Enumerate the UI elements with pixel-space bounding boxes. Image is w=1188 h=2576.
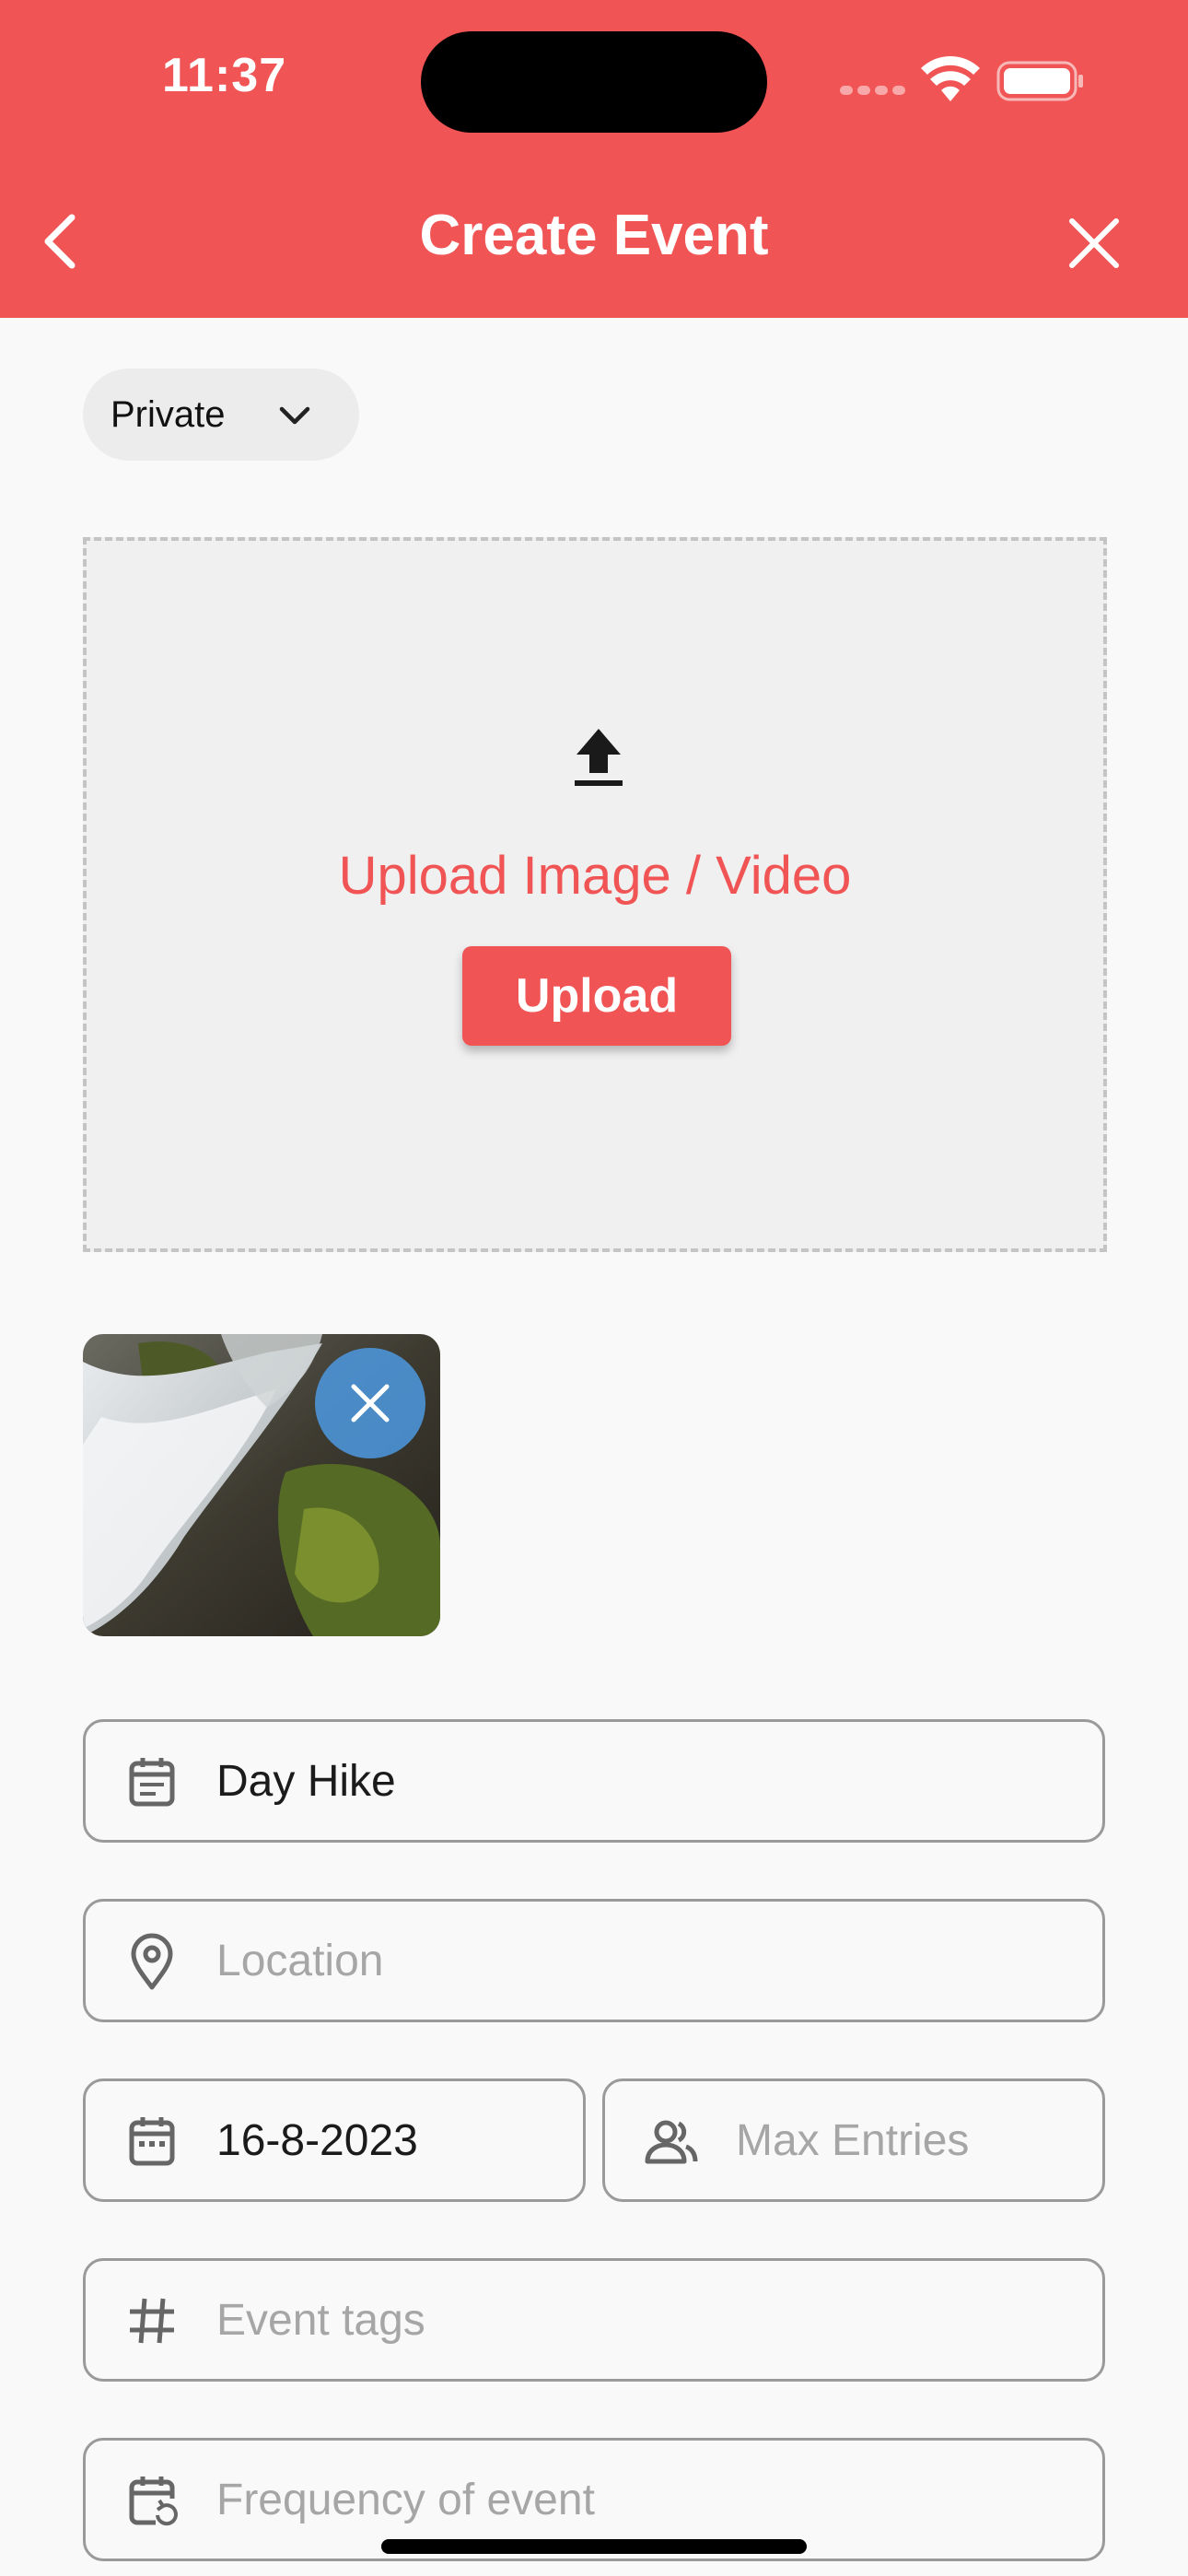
hashtag-icon — [130, 2298, 174, 2344]
event-tags-field[interactable]: Event tags — [83, 2258, 1105, 2382]
date-value: 16-8-2023 — [216, 2115, 418, 2165]
remove-media-button[interactable] — [315, 1348, 425, 1458]
upload-prompt: Upload Image / Video — [338, 846, 852, 906]
create-event-screen: 11:37 Create Event Private Upload Image … — [0, 0, 1188, 2576]
header: 11:37 Create Event — [0, 0, 1188, 318]
event-tags-placeholder: Event tags — [216, 2295, 425, 2345]
chevron-down-icon — [279, 406, 310, 425]
frequency-placeholder: Frequency of event — [216, 2475, 595, 2524]
close-icon — [351, 1384, 390, 1423]
home-indicator — [381, 2539, 807, 2554]
location-field[interactable]: Location — [83, 1899, 1105, 2022]
max-entries-placeholder: Max Entries — [736, 2115, 970, 2165]
upload-icon — [575, 729, 623, 786]
max-entries-field[interactable]: Max Entries — [602, 2078, 1105, 2202]
event-name-value: Day Hike — [216, 1756, 396, 1806]
close-button[interactable] — [1061, 210, 1127, 276]
event-note-icon — [129, 1758, 175, 1807]
page-title: Create Event — [419, 204, 769, 267]
event-name-field[interactable]: Day Hike — [83, 1719, 1105, 1843]
location-pin-icon — [131, 1933, 173, 1990]
people-icon — [645, 2120, 698, 2164]
date-field[interactable]: 16-8-2023 — [83, 2078, 586, 2202]
battery-icon — [996, 61, 1083, 101]
media-upload-area[interactable]: Upload Image / Video Upload — [83, 537, 1107, 1252]
calendar-icon — [129, 2117, 175, 2166]
dynamic-island — [421, 31, 767, 133]
status-time: 11:37 — [162, 49, 287, 102]
wifi-icon — [921, 56, 980, 101]
calendar-repeat-icon — [129, 2476, 178, 2526]
privacy-dropdown[interactable]: Private — [83, 369, 359, 461]
location-placeholder: Location — [216, 1936, 384, 1985]
upload-button[interactable]: Upload — [462, 946, 731, 1046]
cellular-signal-icon — [840, 86, 906, 95]
privacy-selected-label: Private — [111, 393, 226, 435]
